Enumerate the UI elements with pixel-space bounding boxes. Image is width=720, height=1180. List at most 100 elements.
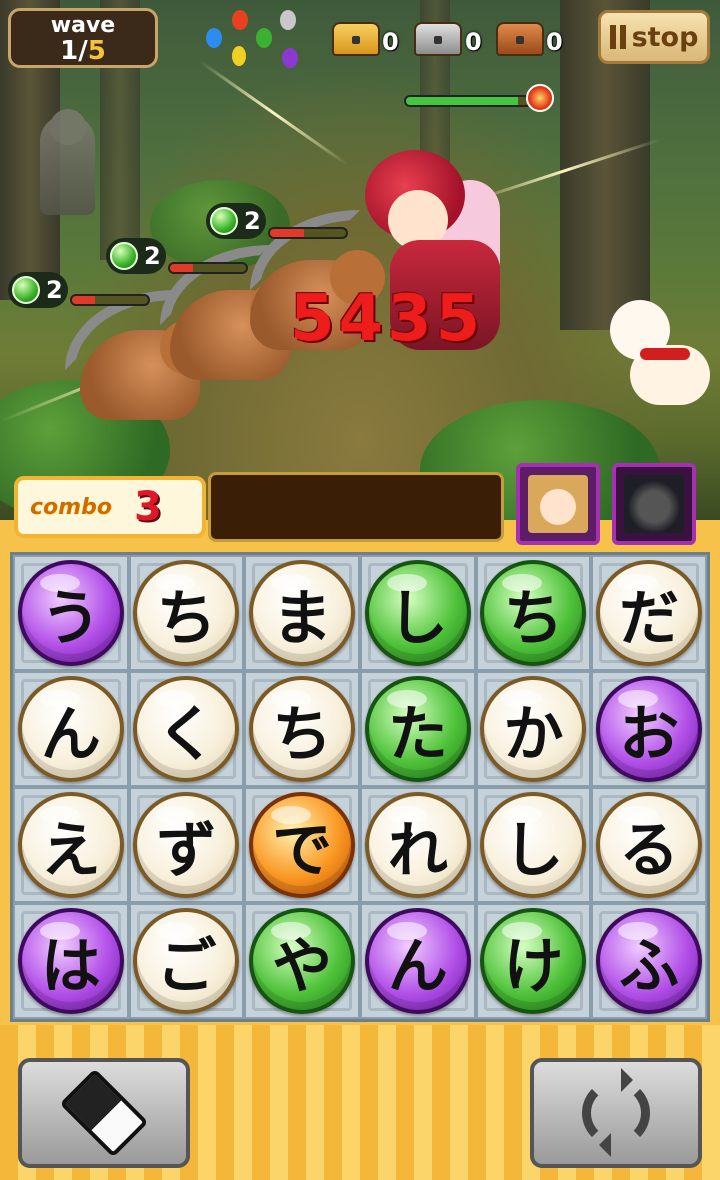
letter-tile-char: ん [40,699,101,770]
wood-element-icon [256,28,272,48]
letter-tile[interactable]: お [596,676,703,782]
letter-tile[interactable]: ち [480,560,587,666]
board-cell: け [475,903,592,1019]
letter-tile-char: で [272,815,333,886]
letter-tile-char: し [503,815,564,886]
letter-tile-char: け [503,931,564,1002]
enemy-wolf-3-turn-counter: 2 [206,203,266,239]
eraser-button[interactable] [18,1058,190,1168]
letter-tile-char: か [503,699,564,770]
letter-tile-char: く [156,699,217,770]
refresh-icon [582,1068,650,1157]
letter-tile[interactable]: け [480,908,587,1014]
board-cell: ふ [591,903,707,1019]
letter-tile[interactable]: ん [364,908,471,1014]
letter-tile[interactable]: や [249,908,356,1014]
board-cell: ち [244,671,360,787]
wave-label: wave [50,13,116,38]
combo-label: combo [30,494,112,520]
letter-tile-char: や [272,931,333,1002]
letter-tile-char: え [40,815,101,886]
letter-tile[interactable]: し [364,560,471,666]
gold-chest-count: 0 [382,28,399,56]
board-cell: で [244,787,360,903]
board-cell: か [475,671,592,787]
letter-tile-char: ず [156,815,217,886]
board-cell: る [591,787,707,903]
party-member-portrait-2[interactable] [612,463,696,545]
letter-tile[interactable]: れ [364,792,471,898]
board-cell: く [128,671,245,787]
board-cell: れ [359,787,476,903]
board-cell: や [244,903,360,1019]
letter-tile[interactable]: だ [596,560,703,666]
wave-indicator: wave 1/5 [8,8,158,68]
letter-tile[interactable]: え [17,792,124,898]
board-cell: し [359,555,476,671]
enemy-wolf-1-hp-bar [70,294,150,306]
board-cell: ち [128,555,245,671]
letter-tile[interactable]: し [480,792,587,898]
letter-tile[interactable]: で [249,792,356,898]
enemy-wolf-3-hp-bar [268,227,348,239]
damage-number: 5435 [290,282,485,356]
element-icons [196,8,306,72]
letter-tile[interactable]: た [364,676,471,782]
board-cell: え [13,787,129,903]
shuffle-button[interactable] [530,1058,702,1168]
letter-tile[interactable]: く [133,676,240,782]
enemy-wolf-1-turn-counter: 2 [8,272,68,308]
bronze-chest-count: 0 [546,28,563,56]
dark-wolf-avatar [624,475,684,533]
letter-tile-char: ん [387,931,448,1002]
board-cell: だ [591,555,707,671]
letter-tile-char: ふ [619,931,680,1002]
stop-button[interactable]: stop [598,10,710,64]
board-cell: ち [475,555,592,671]
board-cell: た [359,671,476,787]
dark-element-icon [282,48,298,68]
letter-tile[interactable]: ま [249,560,356,666]
letter-tile[interactable]: ん [17,676,124,782]
pause-icon [609,25,626,49]
letter-tile-char: は [40,931,101,1002]
silver-chest-icon [414,22,462,56]
letter-tile[interactable]: う [17,560,124,666]
eraser-icon [59,1068,149,1158]
fox-companion [610,290,710,410]
letter-tile-char: ち [156,583,217,654]
word-display [208,472,504,542]
letter-tile[interactable]: か [480,676,587,782]
attack-streak [199,60,349,166]
board-cell: ん [359,903,476,1019]
girl-avatar [528,475,588,533]
letter-tile[interactable]: ご [133,908,240,1014]
wood-element-icon [210,207,238,235]
letter-tile-char: ち [503,583,564,654]
hero-hp-bar [404,95,532,107]
silver-chest-count: 0 [465,28,482,56]
letter-tile-char: ま [272,583,333,654]
wood-element-icon [110,242,138,270]
letter-tile-char: し [387,583,448,654]
letter-tile[interactable]: ち [133,560,240,666]
letter-tile-char: う [40,583,101,654]
letter-tile[interactable]: ち [249,676,356,782]
board-cell: お [591,671,707,787]
combo-count: 3 [133,484,162,530]
letter-tile[interactable]: ず [133,792,240,898]
bronze-chest-icon [496,22,544,56]
board-cell: う [13,555,129,671]
letter-tile-char: た [387,699,448,770]
enemy-wolf-2-turn-counter: 2 [106,238,166,274]
gold-chest-icon [332,22,380,56]
board-cell: ま [244,555,360,671]
water-element-icon [206,28,222,48]
board-cell: は [13,903,129,1019]
letter-tile[interactable]: る [596,792,703,898]
stone-statue [40,109,95,215]
letter-tile[interactable]: は [17,908,124,1014]
letter-tile-char: れ [387,815,448,886]
party-member-portrait-1[interactable] [516,463,600,545]
letter-tile[interactable]: ふ [596,908,703,1014]
